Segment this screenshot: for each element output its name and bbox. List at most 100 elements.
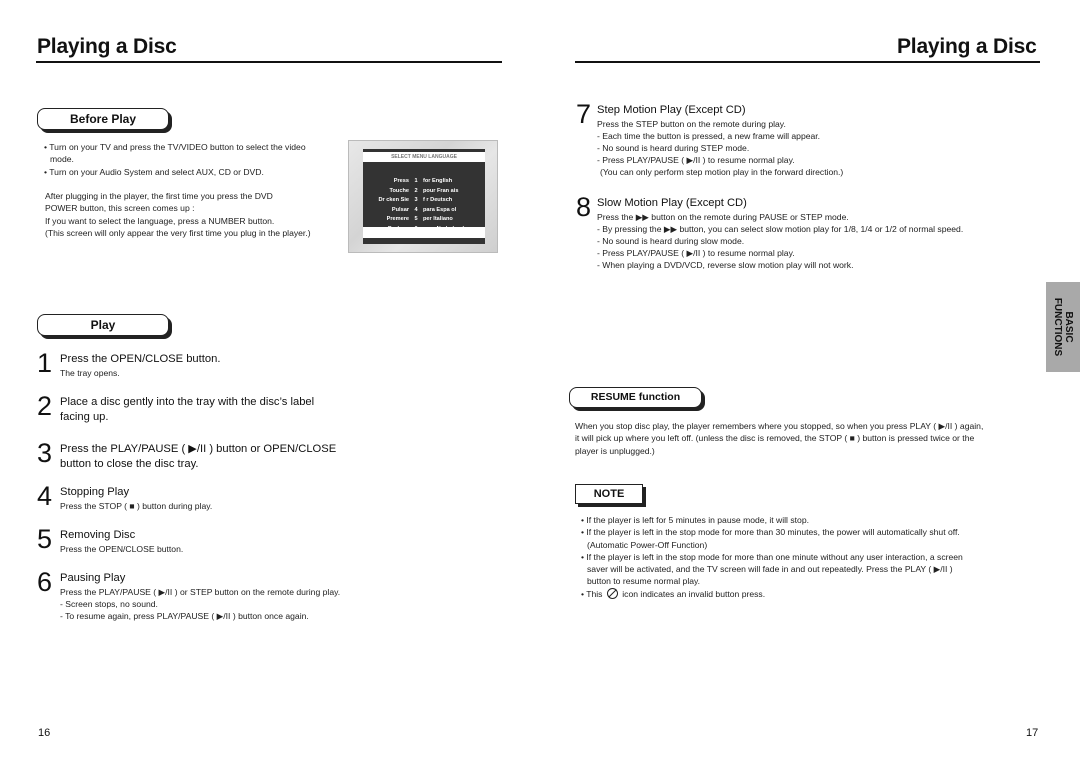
bullet-line: • Turn on your Audio System and select A… (44, 166, 264, 177)
step-title: Press the OPEN/CLOSE button. (60, 353, 221, 365)
step-body: - Screen stops, no sound. (60, 599, 158, 609)
step-title: Press the PLAY/PAUSE ( ▶/II ) button or … (60, 443, 337, 455)
note-label: NOTE (575, 484, 643, 504)
screen-footer (363, 227, 485, 241)
note-line: button to resume normal play. (587, 576, 701, 587)
step-body: - No sound is heard during slow mode. (597, 236, 745, 246)
note-line: saver will be activated, and the TV scre… (587, 564, 953, 575)
row-lang: para Espa ol (423, 206, 457, 213)
language-row: Premere 5 per Italiano (363, 215, 485, 225)
row-word: Pulsar (391, 206, 409, 213)
note-line: • If the player is left in the stop mode… (581, 527, 960, 538)
step-2: 2 Place a disc gently into the tray with… (37, 393, 367, 425)
step-title: Removing Disc (60, 529, 136, 541)
row-lang: per Italiano (423, 216, 453, 223)
row-lang: for English (423, 178, 453, 184)
step-1: 1 Press the OPEN/CLOSE button. The tray … (37, 350, 367, 382)
left-page-title: Playing a Disc (37, 35, 177, 58)
row-word: Touche (389, 187, 409, 194)
step-title: Pausing Play (60, 572, 126, 584)
bullet-line: • Turn on your TV and press the TV/VIDEO… (44, 142, 306, 152)
step-title: Place a disc gently into the tray with t… (60, 396, 315, 408)
row-num: 3 (414, 197, 418, 204)
row-num: 4 (414, 206, 418, 213)
left-page-number: 16 (38, 727, 51, 739)
row-num: 1 (414, 178, 418, 184)
step-title: Slow Motion Play (Except CD) (597, 197, 747, 209)
paragraph-line: If you want to select the language, pres… (45, 215, 275, 226)
paragraph-line: (This screen will only appear the very f… (45, 227, 311, 238)
before-play-bullets: • Turn on your TV and press the TV/VIDEO… (44, 141, 306, 178)
before-play-paragraph: After plugging in the player, the first … (45, 190, 311, 239)
step-body: - When playing a DVD/VCD, reverse slow m… (597, 260, 854, 270)
note-list: • If the player is left for 5 minutes in… (581, 514, 963, 600)
step-body: Press the OPEN/CLOSE button. (60, 544, 184, 554)
note-line: • If the player is left in the stop mode… (581, 551, 963, 562)
resume-text: When you stop disc play, the player reme… (575, 420, 983, 457)
step-6: 6 Pausing Play Press the PLAY/PAUSE ( ▶/… (37, 569, 377, 629)
step-number: 8 (576, 192, 592, 222)
step-8: 8 Slow Motion Play (Except CD) Press the… (576, 194, 1016, 274)
step-title: Stopping Play (60, 486, 130, 498)
left-title-rule (36, 61, 502, 63)
step-body: Press the PLAY/PAUSE ( ▶/II ) or STEP bu… (60, 587, 341, 597)
play-label: Play (37, 314, 169, 336)
row-lang: f r Deutsch (423, 197, 453, 204)
step-body: Press the ▶▶ button on the remote during… (597, 212, 849, 222)
note-line: (Automatic Power-Off Function) (587, 539, 708, 550)
step-body: (You can only perform step motion play i… (600, 167, 844, 177)
step-3: 3 Press the PLAY/PAUSE ( ▶/II ) button o… (37, 440, 367, 472)
step-body: - No sound is heard during STEP mode. (597, 143, 750, 153)
row-lang: pour Fran ais (423, 187, 459, 194)
step-body: Press the STEP button on the remote duri… (597, 119, 786, 129)
right-title-rule (575, 61, 1040, 63)
screen-header: SELECT MENU LANGUAGE (363, 152, 485, 162)
tv-screen: SELECT MENU LANGUAGE Press 1 for English T… (363, 149, 485, 244)
row-num: 5 (414, 216, 418, 223)
step-5: 5 Removing Disc Press the OPEN/CLOSE but… (37, 526, 367, 558)
step-number: 6 (37, 567, 53, 597)
before-play-label: Before Play (37, 108, 169, 130)
step-body: - Press PLAY/PAUSE ( ▶/II ) to resume no… (597, 248, 795, 258)
language-row: Dr cken Sie 3 f r Deutsch (363, 196, 485, 206)
step-body: - Press PLAY/PAUSE ( ▶/II ) to resume no… (597, 155, 795, 165)
resume-line: player is unplugged.) (575, 445, 655, 456)
note-line-invalid-icon: • This icon indicates an invalid button … (581, 587, 963, 600)
language-row: Touche 2 pour Fran ais (363, 187, 485, 197)
step-body: The tray opens. (60, 368, 120, 378)
step-7: 7 Step Motion Play (Except CD) Press the… (576, 101, 876, 181)
resume-function-label: RESUME function (569, 387, 702, 408)
language-list: Press 1 for English Touche 2 pour Fran ais D… (363, 177, 485, 235)
language-row: Pulsar 4 para Espa ol (363, 206, 485, 216)
note-suffix: icon indicates an invalid button press. (622, 588, 766, 599)
paragraph-line: POWER button, this screen comes up : (45, 203, 195, 214)
step-4: 4 Stopping Play Press the STOP ( ■ ) but… (37, 483, 367, 515)
step-title-line2: button to close the disc tray. (60, 458, 199, 470)
bullet-line: mode. (50, 154, 74, 165)
step-body: - Each time the button is pressed, a new… (597, 131, 821, 141)
step-number: 3 (37, 438, 53, 468)
step-number: 2 (37, 391, 53, 421)
step-number: 1 (37, 348, 53, 378)
row-word: Premere (386, 216, 409, 223)
step-title-line2: facing up. (60, 411, 109, 423)
step-title: Step Motion Play (Except CD) (597, 104, 746, 116)
note-line: • If the player is left for 5 minutes in… (581, 515, 809, 525)
basic-functions-tab: BASIC FUNCTIONS (1046, 282, 1080, 372)
step-body: Press the STOP ( ■ ) button during play. (60, 501, 213, 511)
prohibited-icon (606, 587, 618, 599)
side-tab-text: BASIC FUNCTIONS (1052, 298, 1074, 356)
language-row: Press 1 for English (363, 177, 485, 187)
row-num: 2 (414, 187, 418, 194)
right-page-title: Playing a Disc (897, 35, 1037, 58)
side-tab-line2: FUNCTIONS (1052, 297, 1063, 357)
paragraph-line: After plugging in the player, the first … (45, 191, 273, 201)
step-number: 5 (37, 524, 53, 554)
language-menu-screen-image: SELECT MENU LANGUAGE Press 1 for English T… (348, 140, 498, 253)
step-number: 4 (37, 481, 53, 511)
resume-line: it will pick up where you left off. (unl… (575, 433, 975, 444)
note-prefix: • This (581, 588, 603, 599)
resume-line: When you stop disc play, the player reme… (575, 421, 984, 431)
step-number: 7 (576, 99, 592, 129)
step-body: - By pressing the ▶▶ button, you can sel… (597, 224, 964, 234)
